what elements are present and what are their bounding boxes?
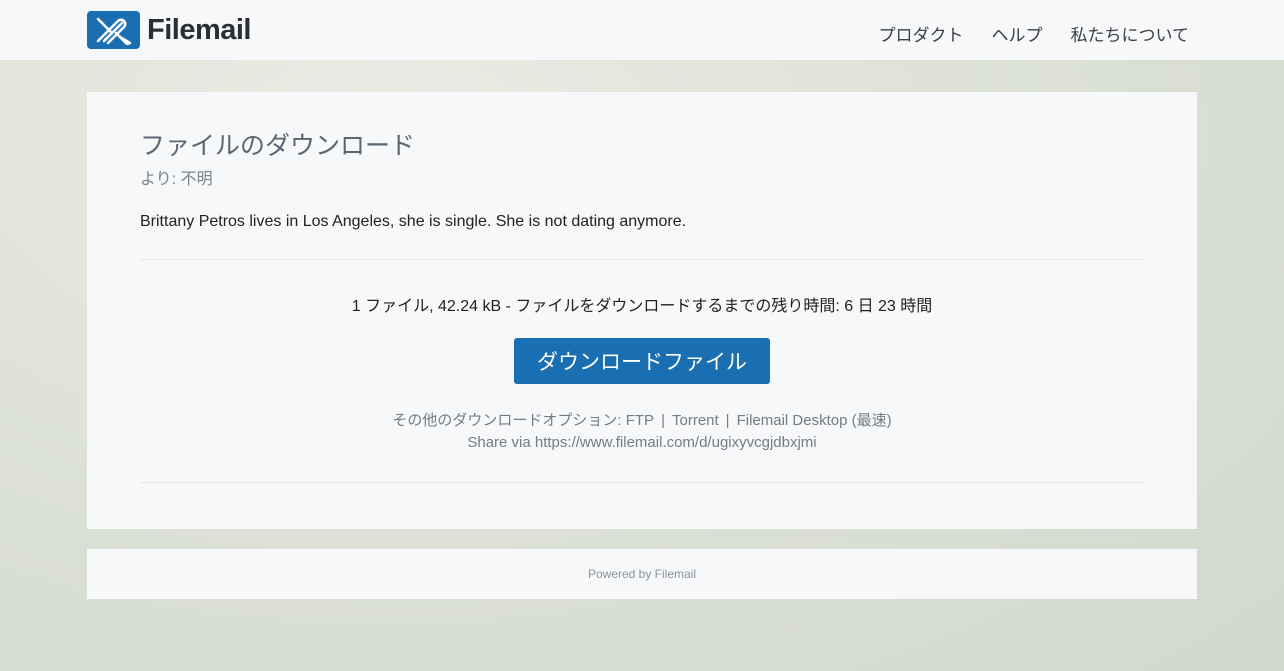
transfer-message: Brittany Petros lives in Los Angeles, sh… bbox=[140, 213, 687, 230]
file-info: 1 ファイル, 42.24 kB - ファイルをダウンロードするまでの残り時間:… bbox=[351, 298, 933, 315]
top-navbar: Filemail プロダクト ヘルプ 私たちについて bbox=[0, 0, 1284, 60]
options-label: その他のダウンロードオプション: bbox=[392, 412, 622, 429]
nav-item-product[interactable]: プロダクト bbox=[879, 21, 964, 46]
main-nav: プロダクト ヘルプ 私たちについて bbox=[879, 21, 1190, 46]
share-link[interactable]: Share via https://www.filemail.com/d/ugi… bbox=[87, 432, 1197, 454]
divider bbox=[140, 259, 1144, 260]
separator: | bbox=[661, 412, 665, 429]
powered-by-text[interactable]: Powered by Filemail bbox=[588, 567, 696, 581]
separator: | bbox=[725, 412, 730, 429]
logo-text: Filemail bbox=[147, 13, 252, 46]
nav-item-help[interactable]: ヘルプ bbox=[992, 21, 1043, 46]
filemail-desktop-link[interactable]: Filemail Desktop (最速) bbox=[737, 412, 892, 429]
download-files-button[interactable]: ダウンロードファイル bbox=[514, 338, 770, 384]
torrent-link[interactable]: Torrent bbox=[672, 412, 719, 429]
nav-item-about[interactable]: 私たちについて bbox=[1071, 21, 1190, 46]
download-options: その他のダウンロードオプション: FTP | Torrent | Filemail De… bbox=[87, 410, 1197, 454]
page-title: ファイルのダウンロード bbox=[140, 132, 416, 160]
download-card: ファイルのダウンロード より: 不明 Brittany Petros lives… bbox=[87, 92, 1197, 529]
filemail-logo[interactable]: Filemail bbox=[87, 11, 252, 49]
ftp-link[interactable]: FTP bbox=[626, 412, 654, 429]
sender-info: より: 不明 bbox=[140, 171, 213, 188]
paperclip-logo-icon bbox=[87, 11, 140, 49]
divider bbox=[140, 482, 1144, 483]
footer: Powered by Filemail bbox=[87, 549, 1197, 599]
